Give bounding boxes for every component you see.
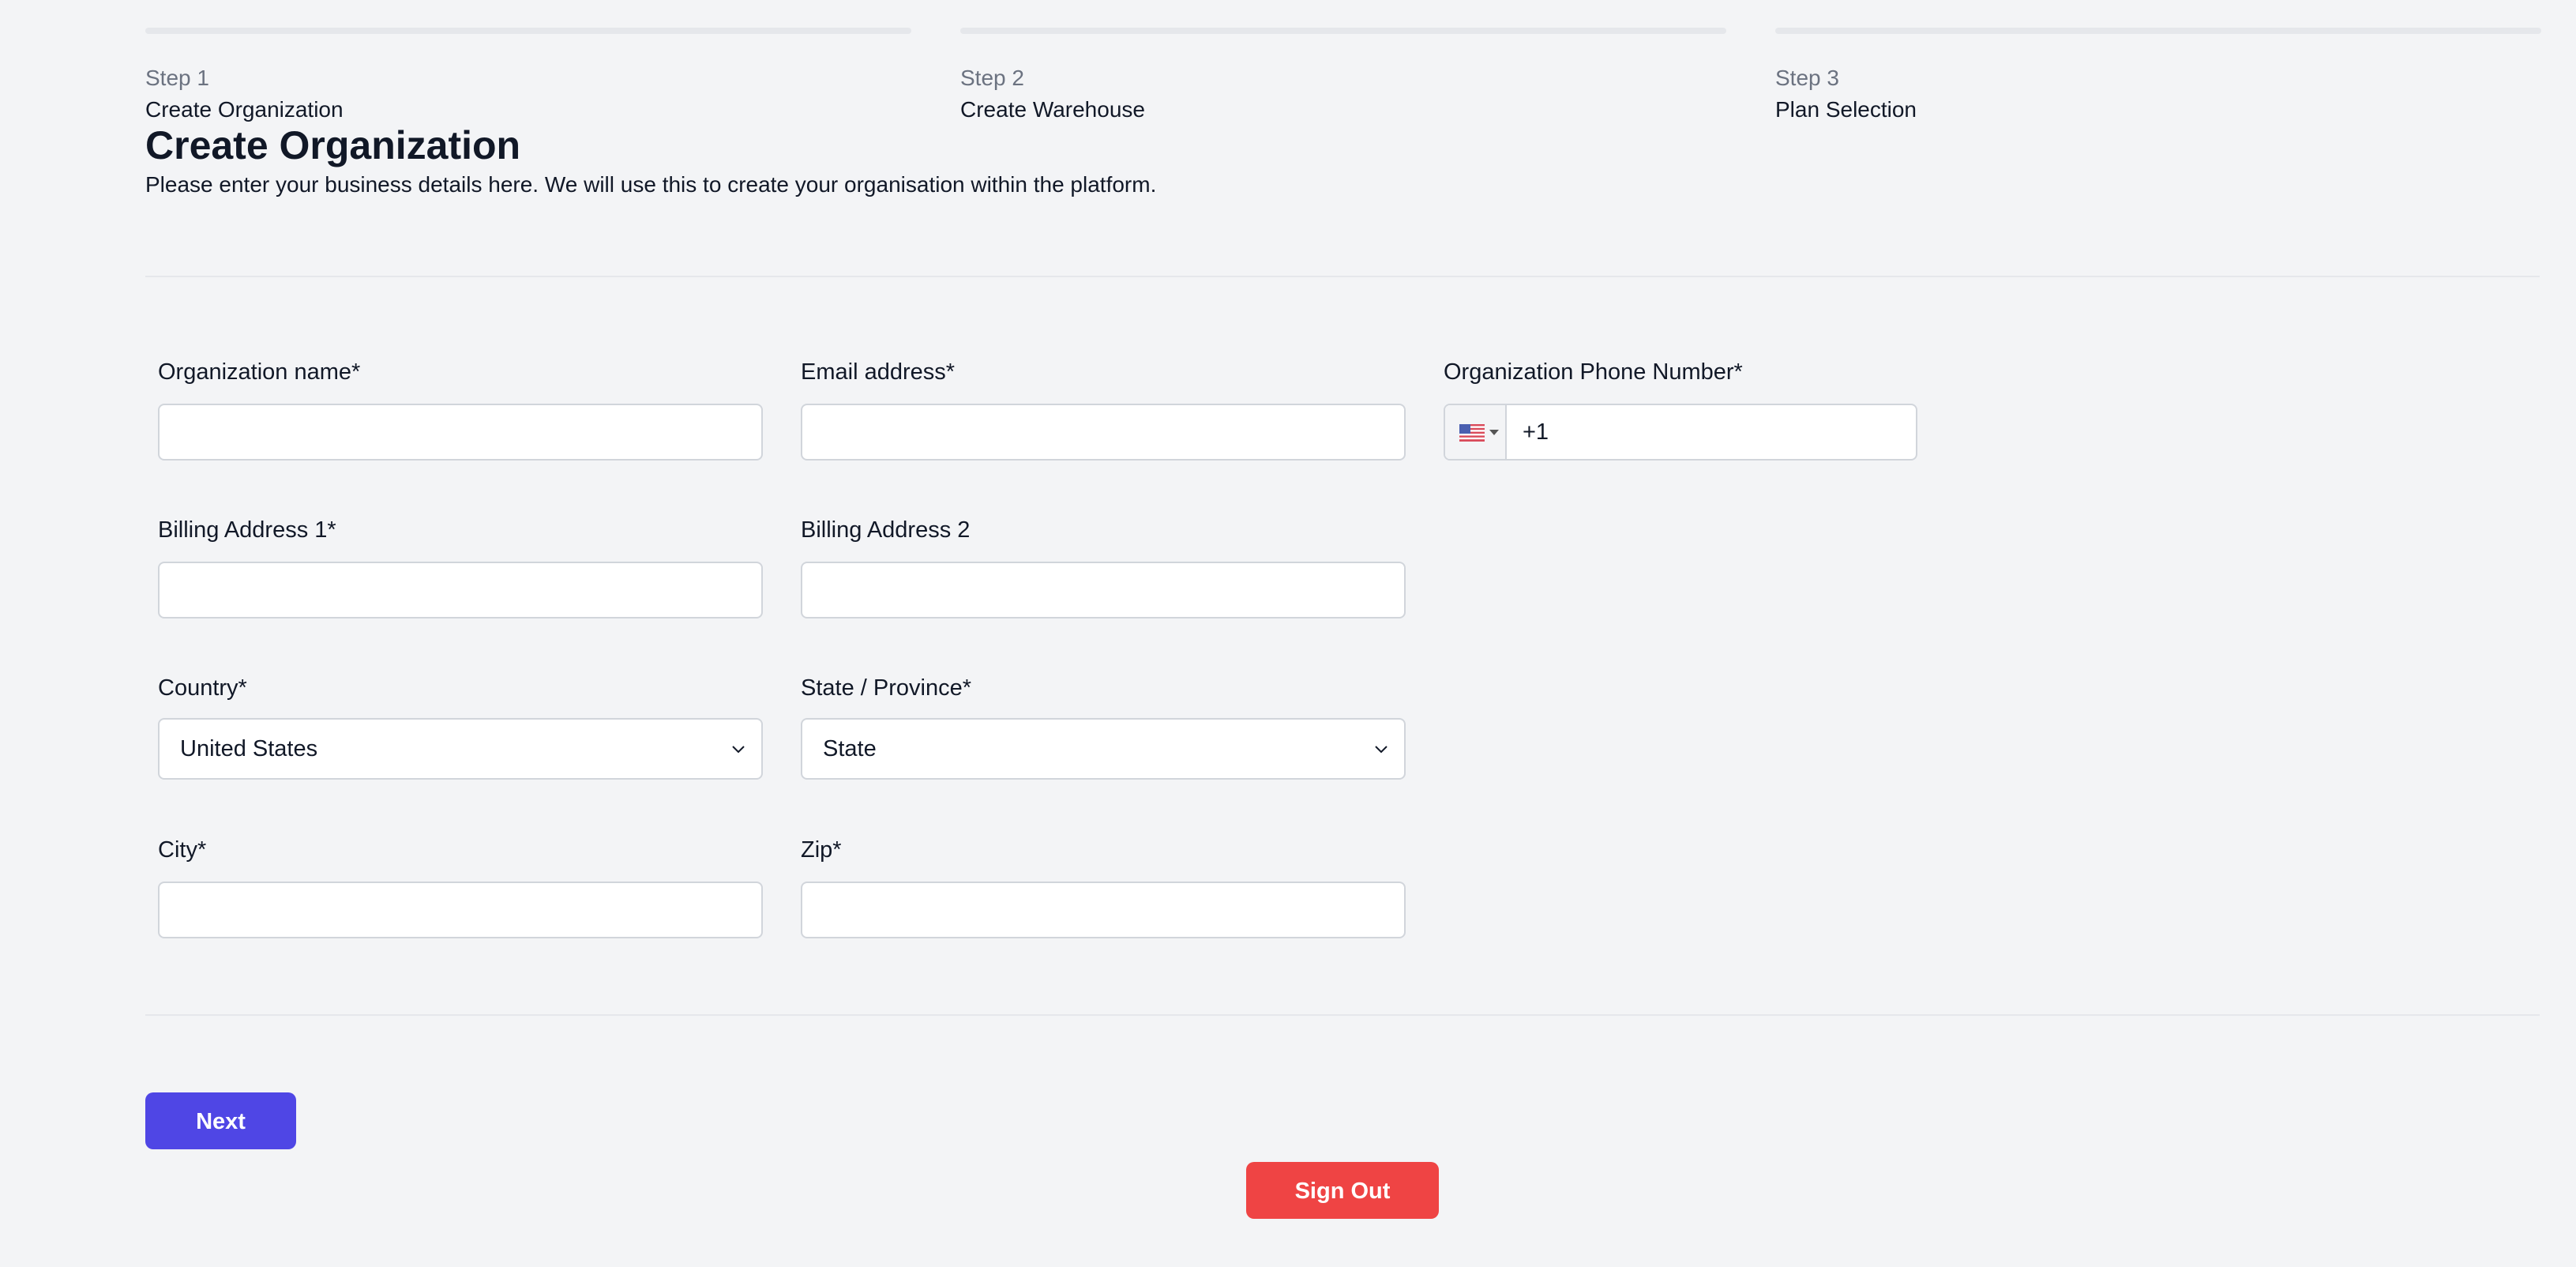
zip-input[interactable] xyxy=(801,882,1406,938)
us-flag-icon xyxy=(1459,424,1485,442)
email-field: Email address* xyxy=(801,358,1406,461)
state-select[interactable]: State xyxy=(801,718,1406,780)
phone-field: Organization Phone Number* xyxy=(1444,358,1917,461)
step-1-bar xyxy=(145,28,911,34)
chevron-down-icon xyxy=(1375,746,1388,754)
bottom-divider xyxy=(145,1014,2540,1016)
phone-label: Organization Phone Number* xyxy=(1444,359,1743,385)
state-selected-value: State xyxy=(823,736,877,761)
state-label: State / Province* xyxy=(801,675,971,701)
step-3-bar xyxy=(1775,28,2541,34)
country-label: Country* xyxy=(158,675,247,701)
email-input[interactable] xyxy=(801,404,1406,461)
city-input[interactable] xyxy=(158,882,763,938)
city-label: City* xyxy=(158,837,207,863)
phone-number-input[interactable] xyxy=(1508,405,1914,459)
step-2: Step 2 Create Warehouse xyxy=(960,28,1726,124)
billing-address-2-field: Billing Address 2 xyxy=(801,516,1406,618)
page-title: Create Organization xyxy=(145,123,521,167)
zip-label: Zip* xyxy=(801,837,842,863)
org-name-label: Organization name* xyxy=(158,359,361,385)
city-field: City* xyxy=(158,836,763,938)
progress-steps: Step 1 Create Organization Step 2 Create… xyxy=(145,28,2541,126)
org-name-input[interactable] xyxy=(158,404,763,461)
state-field: State / Province* State xyxy=(801,674,1406,780)
phone-input-group xyxy=(1444,404,1917,461)
top-divider xyxy=(145,276,2540,277)
step-2-name: Create Warehouse xyxy=(960,97,1145,122)
step-1: Step 1 Create Organization xyxy=(145,28,911,124)
country-code-dropdown[interactable] xyxy=(1445,405,1507,459)
chevron-down-icon xyxy=(732,746,745,754)
email-label: Email address* xyxy=(801,359,956,385)
country-selected-value: United States xyxy=(180,736,318,761)
org-name-field: Organization name* xyxy=(158,358,763,461)
billing-address-1-input[interactable] xyxy=(158,562,763,618)
next-button[interactable]: Next xyxy=(145,1092,296,1149)
sign-out-button[interactable]: Sign Out xyxy=(1246,1162,1439,1219)
zip-field: Zip* xyxy=(801,836,1406,938)
step-1-number: Step 1 xyxy=(145,66,209,90)
step-3-name: Plan Selection xyxy=(1775,97,1917,122)
billing-address-1-field: Billing Address 1* xyxy=(158,516,763,618)
step-3-number: Step 3 xyxy=(1775,66,1839,90)
page-description: Please enter your business details here.… xyxy=(145,172,1157,197)
billing-address-2-input[interactable] xyxy=(801,562,1406,618)
step-3: Step 3 Plan Selection xyxy=(1775,28,2541,124)
billing-address-2-label: Billing Address 2 xyxy=(801,517,971,543)
country-field: Country* United States xyxy=(158,674,763,780)
step-1-name: Create Organization xyxy=(145,97,344,122)
step-2-number: Step 2 xyxy=(960,66,1024,90)
step-2-bar xyxy=(960,28,1726,34)
chevron-down-icon xyxy=(1489,430,1499,435)
billing-address-1-label: Billing Address 1* xyxy=(158,517,336,543)
country-select[interactable]: United States xyxy=(158,718,763,780)
